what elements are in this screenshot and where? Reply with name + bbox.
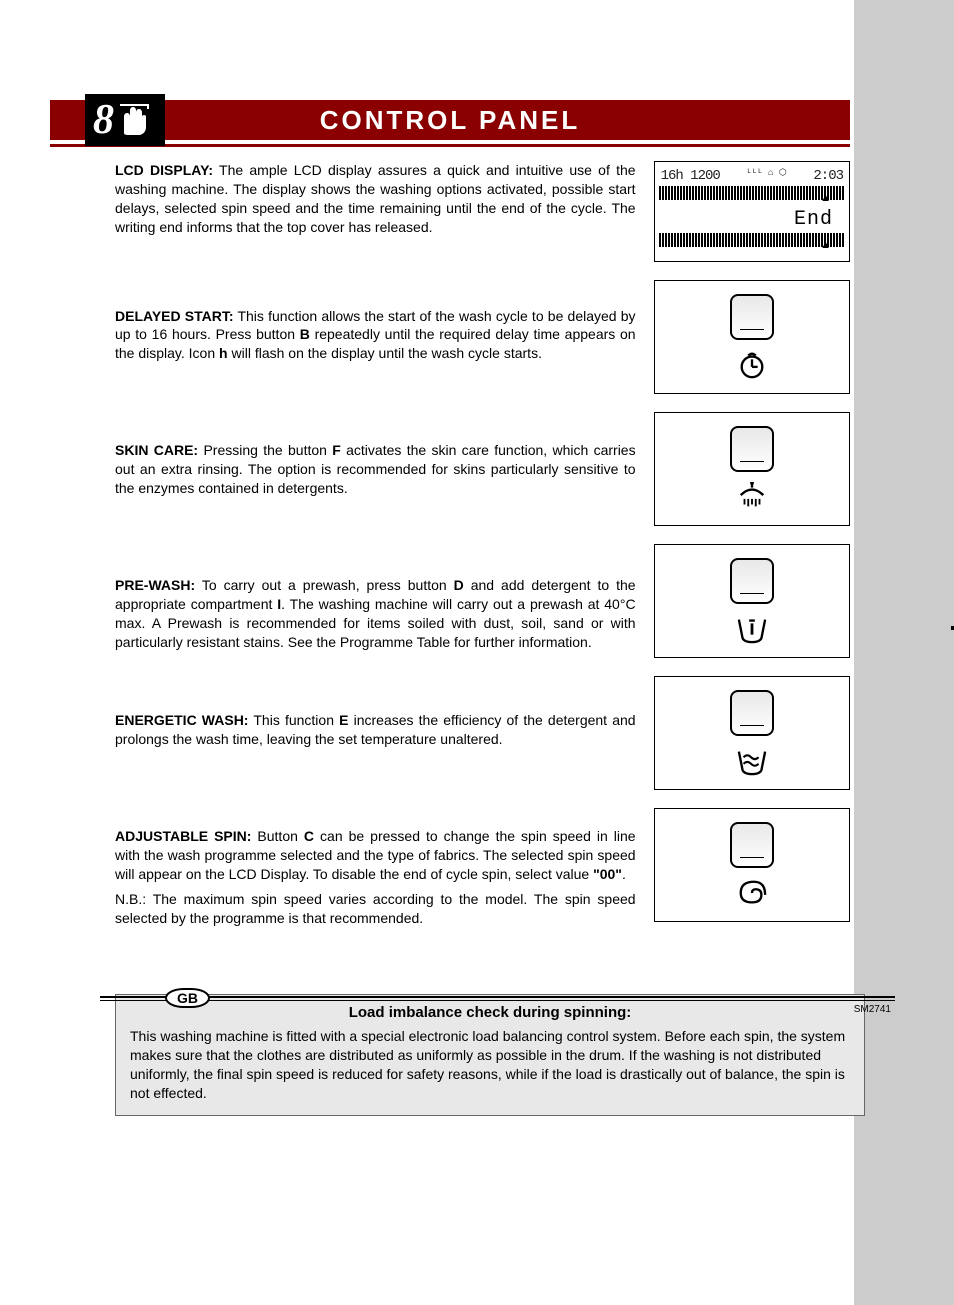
- tub-waves-icon: [733, 746, 771, 776]
- lcd-left-text: 16h 1200: [661, 168, 720, 184]
- load-imbalance-note: Load imbalance check during spinning: Th…: [115, 994, 865, 1116]
- section-header: 8 CONTROL PANEL: [50, 100, 850, 140]
- lcd-right-text: 2:03: [813, 168, 843, 184]
- skin-care-section: SKIN CARE: Pressing the button F activat…: [115, 441, 636, 498]
- skin-care-button-panel: [654, 412, 850, 526]
- document-code: SM2741: [854, 1004, 891, 1015]
- lcd-barcode-2: [659, 233, 845, 247]
- header-underline: [50, 144, 850, 147]
- energetic-label: ENERGETIC WASH:: [115, 712, 248, 728]
- button-shape: [730, 822, 774, 868]
- delayed-start-section: DELAYED START: This function allows the …: [115, 307, 636, 364]
- lcd-display-illustration: 16h 1200 ᴸᴸᴸ ⌂ ⬡ 2:03 End: [654, 161, 850, 262]
- lcd-label: LCD DISPLAY:: [115, 162, 213, 178]
- clock-icon: [733, 350, 771, 380]
- note-title: Load imbalance check during spinning:: [130, 1003, 850, 1023]
- tub-i-icon: [733, 614, 771, 644]
- spiral-icon: [733, 878, 771, 908]
- page-footer: GB SM2741: [100, 996, 895, 1001]
- spin-section: ADJUSTABLE SPIN: Button C can be pressed…: [115, 827, 636, 927]
- country-badge: GB: [165, 988, 210, 1008]
- shower-icon: [733, 482, 771, 512]
- delayed-label: DELAYED START:: [115, 308, 234, 324]
- energetic-button-panel: [654, 676, 850, 790]
- spin-button-panel: [654, 808, 850, 922]
- spin-nb: N.B.: The maximum spin speed varies acco…: [115, 890, 636, 928]
- lcd-end-text: End: [659, 208, 845, 231]
- prewash-section: PRE-WASH: To carry out a prewash, press …: [115, 576, 636, 652]
- button-shape: [730, 294, 774, 340]
- skin-label: SKIN CARE:: [115, 442, 198, 458]
- lcd-barcode-1: [659, 186, 845, 200]
- lcd-display-section: LCD DISPLAY: The ample LCD display assur…: [115, 161, 636, 237]
- header-title: CONTROL PANEL: [50, 105, 850, 136]
- energetic-section: ENERGETIC WASH: This function E increase…: [115, 711, 636, 749]
- button-shape: [730, 558, 774, 604]
- button-shape: [730, 690, 774, 736]
- spin-label: ADJUSTABLE SPIN:: [115, 828, 251, 844]
- note-body: This washing machine is fitted with a sp…: [130, 1027, 850, 1103]
- hand-icon: [118, 103, 150, 137]
- page-number-badge: 8: [85, 94, 165, 146]
- prewash-button-panel: [654, 544, 850, 658]
- page-margin-sidebar: [854, 0, 954, 1305]
- delayed-start-button-panel: [654, 280, 850, 394]
- prewash-label: PRE-WASH:: [115, 577, 195, 593]
- page-number: 8: [93, 96, 114, 144]
- button-shape: [730, 426, 774, 472]
